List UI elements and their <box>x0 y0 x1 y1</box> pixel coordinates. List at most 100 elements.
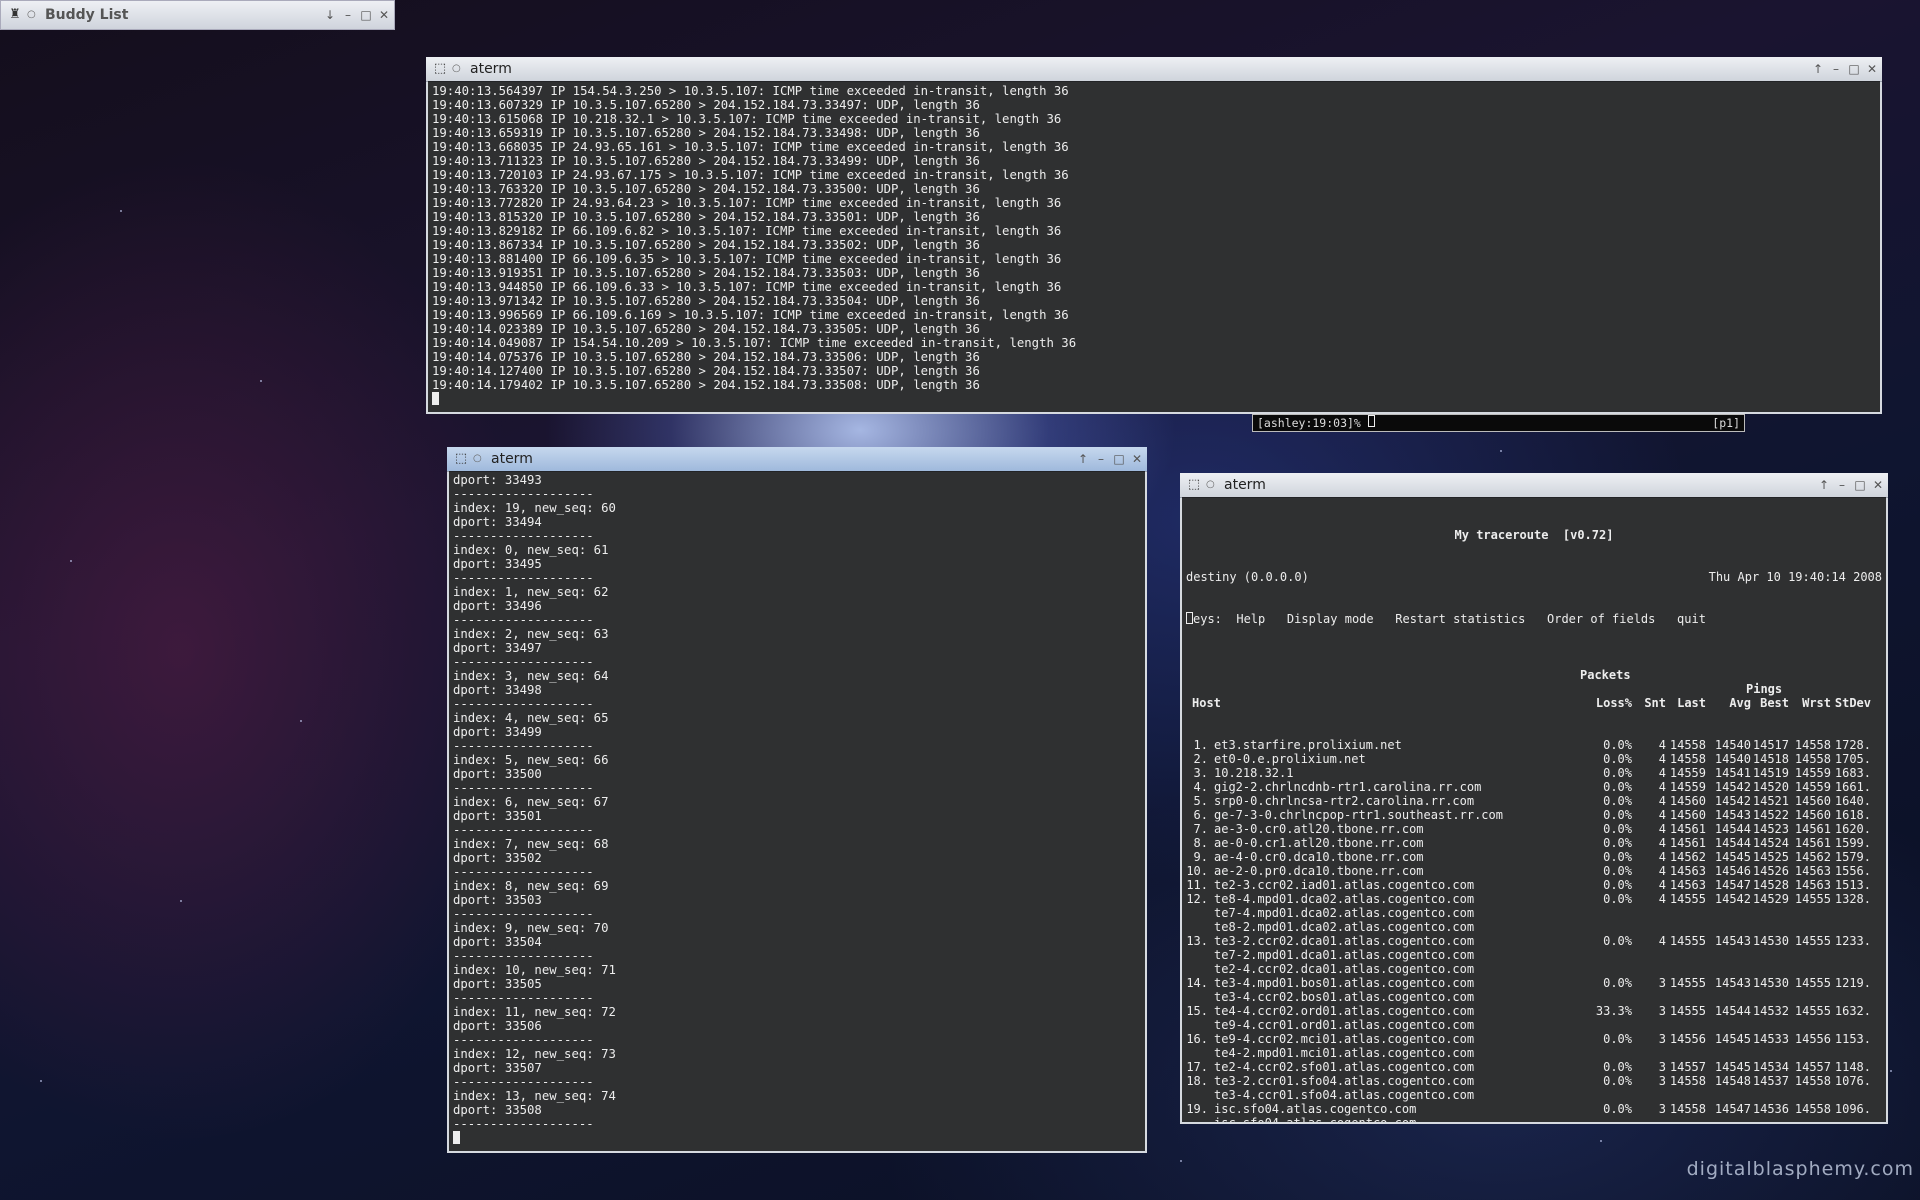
loss <box>1580 1116 1632 1122</box>
close-button[interactable]: ✕ <box>376 7 392 23</box>
terminal-line: ------------------- <box>453 991 594 1005</box>
avg: 14542 <box>1714 892 1751 906</box>
window-menu-icon[interactable]: ○ <box>473 454 483 464</box>
terminal-line: index: 12, new_seq: 73 <box>453 1047 616 1061</box>
terminal-line: 19:40:13.971342 IP 10.3.5.107.65280 > 20… <box>432 294 980 308</box>
last <box>1666 948 1706 962</box>
close-button[interactable]: ✕ <box>1864 61 1880 77</box>
loss: 0.0% <box>1603 822 1632 836</box>
terminal-line: 19:40:14.023389 IP 10.3.5.107.65280 > 20… <box>432 322 980 336</box>
aterm-script-window[interactable]: ⬚ ○ aterm ↑ – □ ✕ dport: 33493 ----------… <box>447 447 1147 1153</box>
minimize-button[interactable]: – <box>1093 451 1109 467</box>
minimize-button[interactable]: – <box>1828 61 1844 77</box>
window-menu-icon[interactable]: ○ <box>1206 480 1216 490</box>
hop-host: ge-7-3-0.chrlncpop-rtr1.southeast.rr.com <box>1214 808 1503 822</box>
close-button[interactable]: ✕ <box>1129 451 1145 467</box>
hop-host: et3.starfire.prolixium.net <box>1214 738 1402 752</box>
tcpdump-output[interactable]: 19:40:13.564397 IP 154.54.3.250 > 10.3.5… <box>428 81 1880 412</box>
aterm-mtr-titlebar[interactable]: ⬚ ○ aterm ↑ – □ ✕ <box>1180 473 1888 498</box>
terminal-line: dport: 33499 <box>453 725 542 739</box>
terminal-line: index: 8, new_seq: 69 <box>453 879 609 893</box>
stdev: 1328. <box>1834 892 1871 906</box>
terminal-line: index: 4, new_seq: 65 <box>453 711 609 725</box>
last: 14556 <box>1669 1032 1706 1046</box>
loss: 0.0% <box>1603 1102 1632 1116</box>
worst <box>1789 1018 1831 1032</box>
mtr-row: 11. te2-3.ccr02.iad01.atlas.cogentco.com 0… <box>1186 878 1882 892</box>
shade-button[interactable]: ↑ <box>1075 451 1091 467</box>
terminal-app-icon: ⬚ <box>433 61 447 76</box>
pings-label: Pings <box>1746 682 1783 696</box>
close-button[interactable]: ✕ <box>1870 477 1886 493</box>
shell-prompt-bar[interactable]: [ashley:19:03]% [p1] <box>1252 414 1745 432</box>
worst: 14555 <box>1794 934 1831 948</box>
shade-button[interactable]: ↑ <box>1816 477 1832 493</box>
shell-prompt: [ashley:19:03]% <box>1257 415 1375 431</box>
aterm-mtr-window[interactable]: ⬚ ○ aterm ↑ – □ ✕ My traceroute [v0.72] … <box>1180 473 1888 1124</box>
minimize-button[interactable]: – <box>1834 477 1850 493</box>
loss: 0.0% <box>1603 864 1632 878</box>
maximize-button[interactable]: □ <box>1111 451 1127 467</box>
terminal-cursor-line[interactable] <box>453 1131 1141 1145</box>
terminal-line: 19:40:13.829182 IP 66.109.6.82 > 10.3.5.… <box>432 224 1062 238</box>
terminal-line: dport: 33504 <box>453 935 542 949</box>
mtr-row: 17. te2-4.ccr02.sfo01.atlas.cogentco.com 0… <box>1186 1060 1882 1074</box>
best: 14530 <box>1752 976 1789 990</box>
window-title: aterm <box>491 451 533 467</box>
terminal-line: 19:40:13.867334 IP 10.3.5.107.65280 > 20… <box>432 238 980 252</box>
terminal-cursor-line[interactable] <box>432 392 1876 406</box>
script-output[interactable]: dport: 33493 ------------------- index: 19… <box>449 471 1145 1151</box>
last: 14563 <box>1669 878 1706 892</box>
worst <box>1789 962 1831 976</box>
mtr-row: 1. et3.starfire.prolixium.net 0.0% 4 14558 14… <box>1186 738 1882 752</box>
hop-host: isc.sfo04.atlas.cogentco.com <box>1214 1102 1417 1116</box>
last <box>1666 1116 1706 1122</box>
buddy-list-titlebar[interactable]: ♜ ○ Buddy List ↓ – □ ✕ <box>0 0 395 30</box>
hop-host: te2-4.ccr02.dca01.atlas.cogentco.com <box>1214 962 1475 976</box>
maximize-button[interactable]: □ <box>1852 477 1868 493</box>
hop-host: te4-2.mpd01.mci01.atlas.cogentco.com <box>1214 1046 1475 1060</box>
terminal-line: ------------------- <box>453 529 594 543</box>
mtr-row: 10. ae-2-0.pr0.dca10.tbone.rr.com 0.0% 4 145… <box>1186 864 1882 878</box>
stdev: 1705. <box>1834 752 1871 766</box>
window-menu-icon[interactable]: ○ <box>452 64 462 74</box>
hop-number: 13. <box>1186 934 1208 948</box>
mtr-row: 18. te3-2.ccr01.sfo04.atlas.cogentco.com 0… <box>1186 1074 1882 1088</box>
loss <box>1580 948 1632 962</box>
loss <box>1580 1046 1632 1060</box>
best: 14525 <box>1752 850 1789 864</box>
minimize-button[interactable]: – <box>340 7 356 23</box>
aterm-script-titlebar[interactable]: ⬚ ○ aterm ↑ – □ ✕ <box>447 447 1147 472</box>
mtr-output[interactable]: My traceroute [v0.72] destiny (0.0.0.0) … <box>1182 497 1886 1122</box>
maximize-button[interactable]: □ <box>1846 61 1862 77</box>
sent: 4 <box>1658 766 1666 780</box>
loss: 0.0% <box>1603 752 1632 766</box>
window-menu-icon[interactable]: ○ <box>27 10 37 20</box>
sent: 4 <box>1658 934 1666 948</box>
terminal-line: 19:40:14.179402 IP 10.3.5.107.65280 > 20… <box>432 378 980 392</box>
maximize-button[interactable]: □ <box>358 7 374 23</box>
terminal-line: index: 19, new_seq: 60 <box>453 501 616 515</box>
buddy-list-window[interactable]: ♜ ○ Buddy List ↓ – □ ✕ <box>0 0 395 30</box>
terminal-line: dport: 33503 <box>453 893 542 907</box>
loss <box>1580 990 1632 1004</box>
terminal-line: 19:40:13.763320 IP 10.3.5.107.65280 > 20… <box>432 182 980 196</box>
last <box>1666 1088 1706 1102</box>
aterm-tcpdump-titlebar[interactable]: ⬚ ○ aterm ↑ – □ ✕ <box>426 57 1882 82</box>
terminal-line: index: 2, new_seq: 63 <box>453 627 609 641</box>
shade-button[interactable]: ↓ <box>322 7 338 23</box>
loss: 33.3% <box>1595 1004 1632 1018</box>
mtr-keys-line[interactable]: eys: Help Display mode Restart statistic… <box>1186 612 1882 626</box>
shade-button[interactable]: ↑ <box>1810 61 1826 77</box>
terminal-line: dport: 33502 <box>453 851 542 865</box>
hop-number: 15. <box>1186 1004 1208 1018</box>
loss: 0.0% <box>1603 878 1632 892</box>
loss <box>1580 920 1632 934</box>
sent: 4 <box>1658 822 1666 836</box>
last: 14558 <box>1669 1074 1706 1088</box>
aterm-tcpdump-window[interactable]: ⬚ ○ aterm ↑ – □ ✕ 19:40:13.564397 IP 154… <box>426 57 1882 414</box>
best <box>1751 948 1789 962</box>
hop-host: te9-4.ccr01.ord01.atlas.cogentco.com <box>1214 1018 1475 1032</box>
worst: 14563 <box>1794 864 1831 878</box>
avg: 14543 <box>1714 976 1751 990</box>
